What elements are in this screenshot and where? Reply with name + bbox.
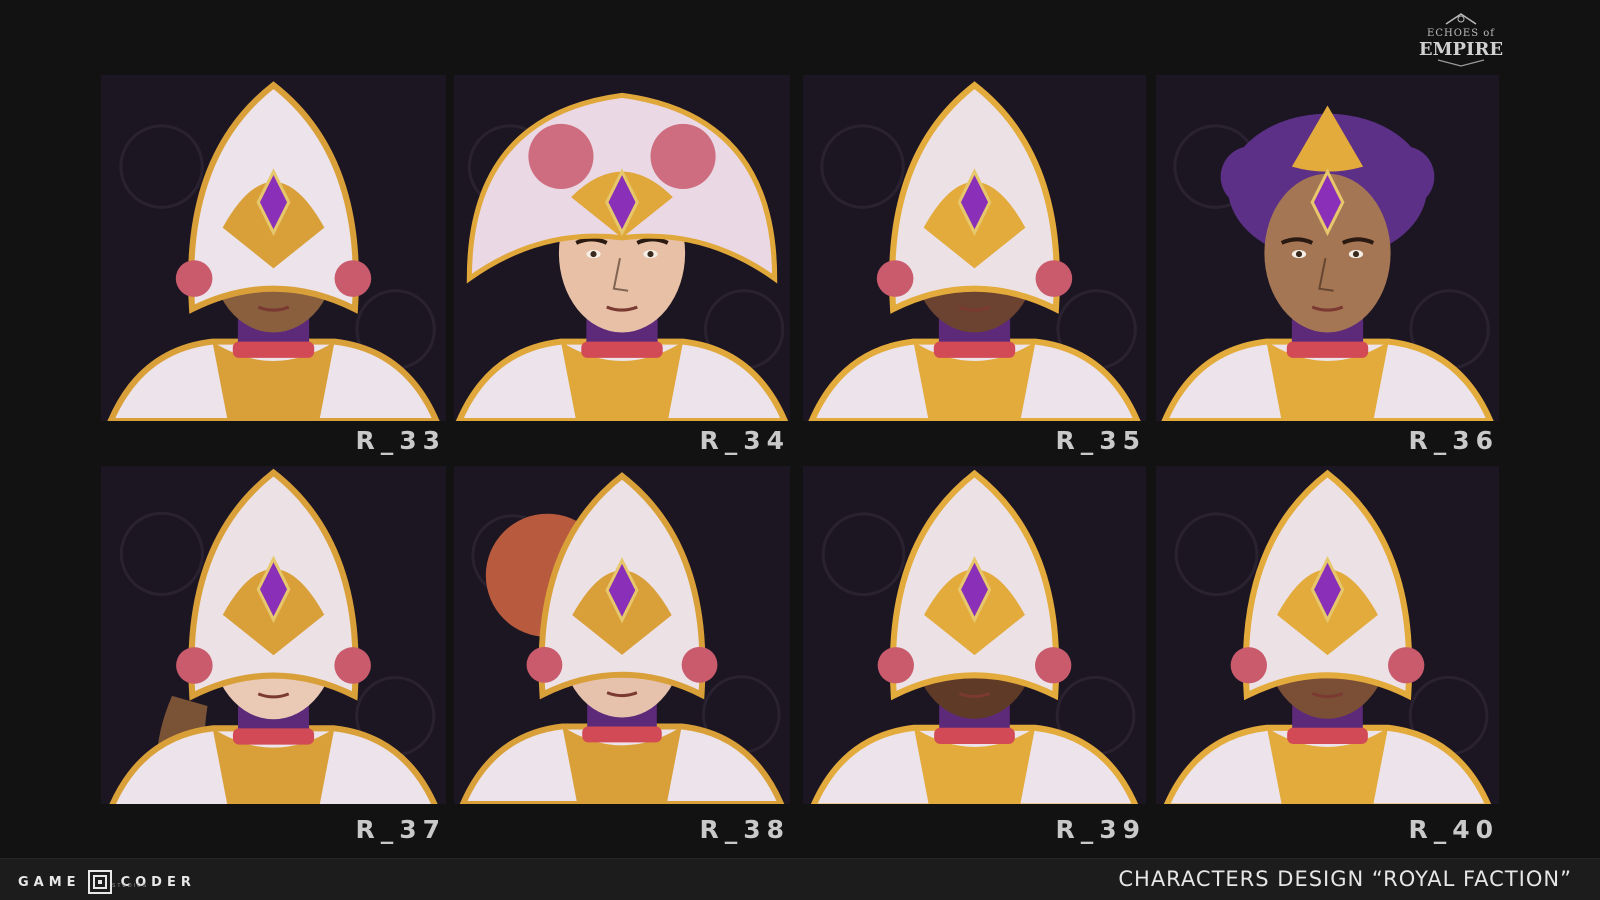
character-code-label: R_35 — [1055, 426, 1146, 455]
character-sheet: ECHOES of EMPIRE R_33 R_34 R_35 R_36 R_3… — [0, 0, 1600, 900]
character-card-r-40[interactable]: R_40 — [1156, 466, 1499, 849]
character-card-r-34[interactable]: R_34 — [454, 75, 790, 460]
character-code-label: R_39 — [1055, 815, 1146, 844]
character-code-label: R_33 — [355, 426, 446, 455]
character-code-label: R_40 — [1408, 815, 1499, 844]
character-portrait[interactable] — [454, 75, 790, 421]
game-coder-studios-logo: GAME CODER — [18, 868, 196, 896]
character-portrait[interactable] — [1156, 466, 1499, 804]
character-card-r-38[interactable]: R_38 — [454, 466, 790, 849]
character-portrait[interactable] — [101, 75, 446, 421]
character-portrait[interactable] — [454, 466, 790, 804]
character-code-label: R_37 — [355, 815, 446, 844]
character-card-r-39[interactable]: R_39 — [803, 466, 1146, 849]
studio-subtitle: STUDIOS — [112, 883, 149, 889]
sheet-title: CHARACTERS DESIGN “ROYAL FACTION” — [1118, 867, 1572, 891]
character-card-r-36[interactable]: R_36 — [1156, 75, 1499, 460]
character-card-r-35[interactable]: R_35 — [803, 75, 1146, 460]
footer-bar: GAME CODER STUDIOS CHARACTERS DESIGN “RO… — [0, 858, 1600, 900]
character-portrait[interactable] — [803, 75, 1146, 421]
character-card-r-33[interactable]: R_33 — [101, 75, 446, 460]
character-portrait[interactable] — [1156, 75, 1499, 421]
character-code-label: R_38 — [699, 815, 790, 844]
character-portrait[interactable] — [803, 466, 1146, 804]
character-card-r-37[interactable]: R_37 — [101, 466, 446, 849]
portrait-grid: R_33 R_34 R_35 R_36 R_37 R_38 R_39 R_40 — [0, 0, 1600, 860]
studio-mark-icon — [87, 870, 112, 894]
character-portrait[interactable] — [101, 466, 446, 804]
character-code-label: R_36 — [1408, 426, 1499, 455]
studio-word-left: GAME — [18, 874, 81, 890]
character-code-label: R_34 — [699, 426, 790, 455]
